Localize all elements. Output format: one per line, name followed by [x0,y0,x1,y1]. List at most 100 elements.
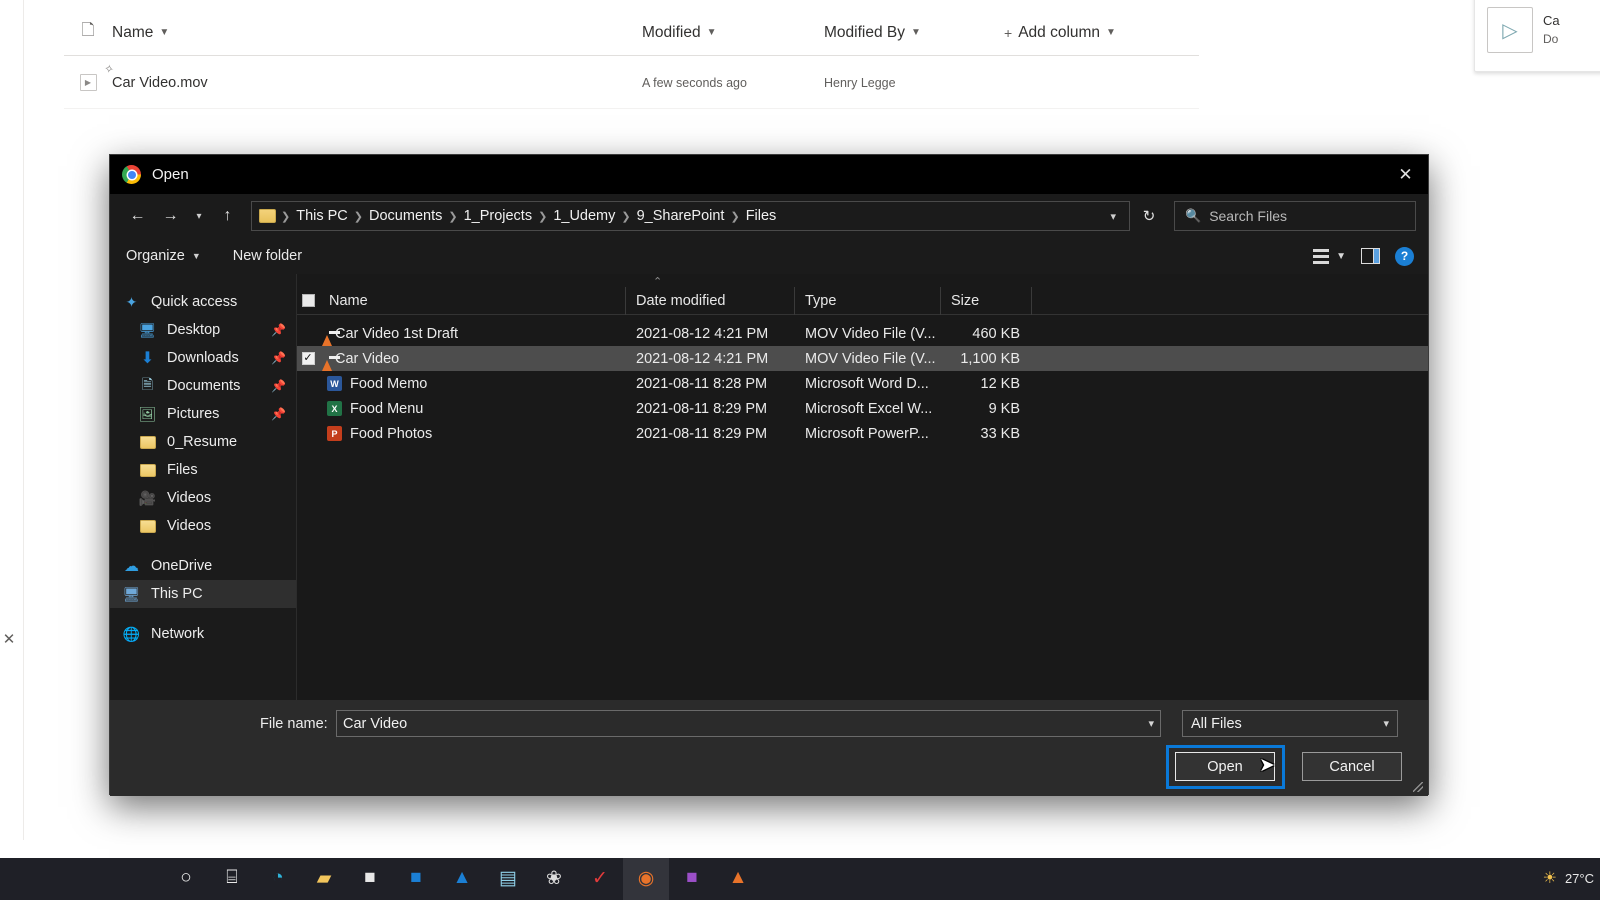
task-view-icon[interactable]: ⌸ [209,858,255,900]
file-list-pane: ⌃ Name Date modified Type Size Car Video… [296,274,1428,700]
paint-icon[interactable]: ❀ [531,858,577,900]
new-folder-button[interactable]: New folder [233,248,302,264]
onedrive-icon: ☁ [124,558,139,575]
sidebar-item-onedrive[interactable]: ☁ OneDrive [110,552,296,580]
breadcrumb[interactable]: ❯ This PC ❯ Documents ❯ 1_Projects ❯ 1_U… [251,201,1130,231]
sidebar-item-downloads[interactable]: ⬇ Downloads 📌 [110,344,296,372]
sidebar-item-0-resume[interactable]: 0_Resume [110,428,296,456]
search-input[interactable]: 🔍 Search Files [1174,201,1416,231]
sidebar-item-label: Desktop [167,322,221,338]
sidebar-item-desktop[interactable]: 🖥 Desktop 📌 [110,316,296,344]
file-name-input[interactable]: Car Video ▾ [336,710,1161,737]
upload-toast[interactable]: ▷ Ca Do [1474,0,1600,72]
arrow-up-icon[interactable]: ↑ [212,201,243,231]
chrome-icon[interactable]: ◉ [623,858,669,900]
windows-taskbar: ○ ⌸ ◔ ▰ ■ ■ ▲ ▤ ❀ ✓ ◉ ■ ▲ ☀ 27°C [0,858,1600,900]
outlook-icon[interactable]: ■ [393,858,439,900]
breadcrumb-item-documents[interactable]: Documents [364,208,447,224]
organize-button[interactable]: Organize ▼ [126,248,201,264]
file-row[interactable]: W Food Memo 2021-08-11 8:28 PM Microsoft Wo… [297,371,1428,396]
view-dropdown-icon[interactable]: ▼ [1336,251,1346,262]
sidebar-item-quick-access[interactable]: ✦ Quick access [110,288,296,316]
file-name-cell[interactable]: W Food Memo [319,376,626,392]
column-header-modified-by[interactable]: Modified By ▼ [824,24,1004,42]
pin-icon[interactable]: 📌 [271,351,286,365]
breadcrumb-item-files[interactable]: Files [741,208,782,224]
file-name-cell[interactable]: X Food Menu [319,401,626,417]
organize-label: Organize [126,248,185,264]
select-all-checkbox[interactable] [297,287,319,315]
sidebar-item-this-pc[interactable]: 🖥 This PC [110,580,296,608]
file-size-cell: 33 KB [980,425,1021,442]
column-header-date-modified[interactable]: Date modified [626,286,795,315]
pin-icon[interactable]: 📌 [271,323,286,337]
onenote-icon[interactable]: ■ [669,858,715,900]
chevron-down-icon[interactable]: ▾ [188,201,210,231]
todo-icon[interactable]: ✓ [577,858,623,900]
file-row[interactable]: P Food Photos 2021-08-11 8:29 PM Microsoft … [297,421,1428,446]
help-icon[interactable]: ? [1395,246,1414,266]
add-column-button[interactable]: + Add column ▼ [1004,24,1116,42]
file-row[interactable]: Car Video 1st Draft 2021-08-12 4:21 PM MOV… [297,321,1428,346]
edge-icon[interactable]: ◔ [255,858,301,900]
cancel-button[interactable]: Cancel [1302,752,1402,781]
table-row[interactable]: ▶ ✧ Car Video.mov A few seconds ago Henr… [64,57,1199,109]
chevron-down-icon: ▼ [706,27,717,38]
folder-icon [259,209,276,223]
file-size-cell: 12 KB [980,375,1021,392]
sidebar-item-label: 0_Resume [167,434,238,450]
preview-pane-icon[interactable] [1361,248,1380,264]
pin-icon[interactable]: 📌 [271,407,286,421]
breadcrumb-separator: ❯ [621,210,631,223]
refresh-icon[interactable]: ↻ [1132,201,1166,231]
chevron-down-icon[interactable]: ▾ [1101,210,1125,223]
vlc-icon[interactable]: ▲ [715,858,761,900]
store-icon[interactable]: ■ [347,858,393,900]
file-name-cell[interactable]: Car Video [319,351,626,367]
dialog-body: ✦ Quick access 🖥 Desktop 📌 ⬇ Downloads 📌 🗎 Docume… [110,274,1428,700]
search-icon[interactable]: ○ [163,858,209,900]
system-tray[interactable]: ☀ 27°C [1543,858,1594,900]
close-icon[interactable]: ✕ [0,628,20,650]
file-type-cell: Microsoft Word D... [805,375,929,392]
file-name-cell[interactable]: Car Video 1st Draft [319,326,626,342]
sidebar-item-network[interactable]: 🌐 Network [110,620,296,648]
sidebar-item-videos[interactable]: Videos [110,512,296,540]
pin-icon[interactable]: 📌 [271,379,286,393]
file-size-cell: 460 KB [972,325,1020,342]
chevron-down-icon[interactable]: ▾ [1148,717,1154,730]
file-name-cell[interactable]: ✧ Car Video.mov [103,61,642,91]
file-explorer-icon[interactable]: ▰ [301,858,347,900]
sidebar-item-videos[interactable]: 🎥 Videos [110,484,296,512]
resize-grip[interactable] [1413,782,1423,792]
breadcrumb-item-1-projects[interactable]: 1_Projects [459,208,538,224]
file-type-filter-select[interactable]: All Files ▾ [1182,710,1398,737]
arrow-right-icon[interactable]: → [155,201,186,231]
view-layout-icon[interactable] [1313,248,1330,264]
column-header-modified[interactable]: Modified ▼ [642,24,824,42]
column-header-name[interactable]: Name ▼ [112,24,642,42]
breadcrumb-item-1-udemy[interactable]: 1_Udemy [548,208,620,224]
file-row-checkbox[interactable]: ✓ [297,352,319,365]
sort-ascending-icon[interactable]: ⌃ [653,275,662,288]
file-name-cell[interactable]: P Food Photos [319,426,626,442]
sidebar-item-documents[interactable]: 🗎 Documents 📌 [110,372,296,400]
sidebar-item-pictures[interactable]: 🖼 Pictures 📌 [110,400,296,428]
onedrive-icon[interactable]: ▲ [439,858,485,900]
sidebar-item-files[interactable]: Files [110,456,296,484]
column-header-size[interactable]: Size [941,286,1032,315]
sidebar-item-label: OneDrive [151,558,213,574]
chevron-down-icon: ▼ [191,251,201,261]
calculator-icon[interactable]: ▤ [485,858,531,900]
file-row[interactable]: X Food Menu 2021-08-11 8:29 PM Microsoft Ex… [297,396,1428,421]
file-type-cell: Microsoft PowerP... [805,425,929,442]
column-header-name[interactable]: Name [319,286,626,315]
arrow-left-icon[interactable]: ← [122,201,153,231]
column-header-type[interactable]: Type [795,286,941,315]
breadcrumb-item-this-pc[interactable]: This PC [291,208,353,224]
column-label: Modified [642,23,701,41]
dialog-title-bar[interactable]: Open ✕ [110,155,1428,194]
breadcrumb-item-9-sharepoint[interactable]: 9_SharePoint [632,208,730,224]
close-icon[interactable]: ✕ [1383,155,1428,194]
file-row[interactable]: ✓ Car Video 2021-08-12 4:21 PM MOV Video Fi… [297,346,1428,371]
